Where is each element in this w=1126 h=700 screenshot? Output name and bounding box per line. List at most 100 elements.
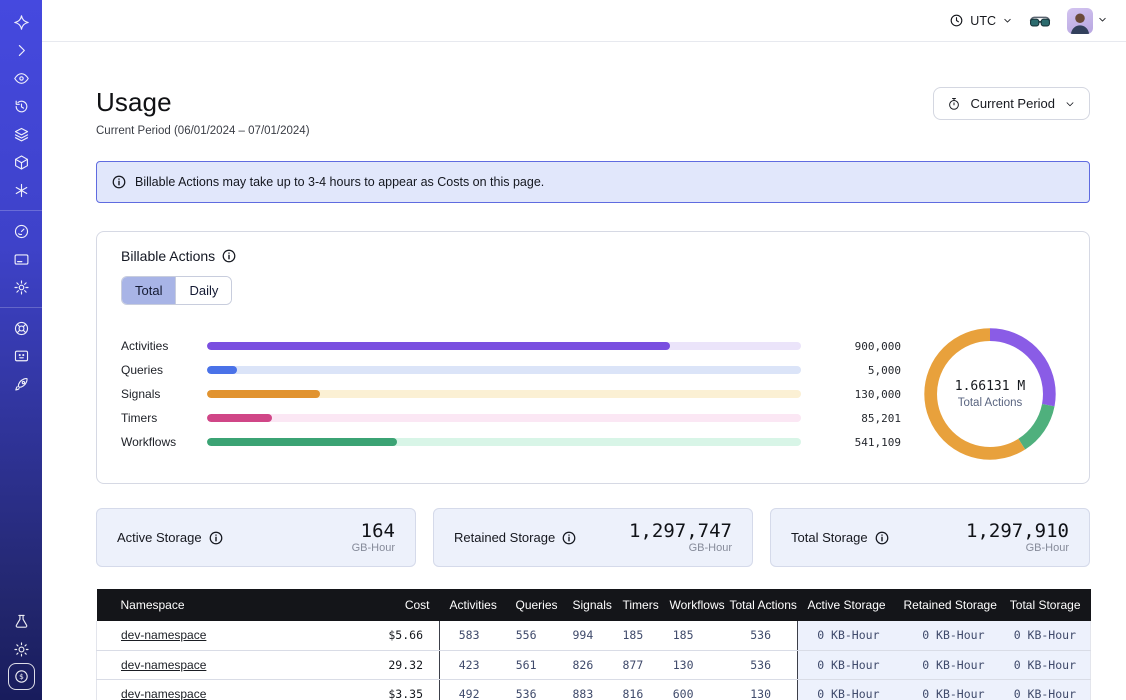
bar-track [207,390,801,398]
timers-cell: 816 [613,679,660,700]
column-header-cost: Cost [352,589,440,621]
column-header-activities: Activities [440,589,506,621]
column-header-timers: Timers [613,589,660,621]
timers-cell: 877 [613,650,660,679]
billable-actions-chart: Activities 900,000 Queries 5,000 Signals130,… [121,323,1065,465]
total-storage-card: Total Storage 1,297,910 GB-Hour [770,508,1090,567]
queries-cell: 561 [506,650,563,679]
main-content: Usage Current Period (06/01/2024 – 07/01… [42,43,1126,700]
bar-track [207,366,801,374]
clock-icon [949,13,964,28]
gear-icon[interactable] [7,273,35,301]
asterisk-icon[interactable] [7,176,35,204]
total-storage-cell: 0 KB-Hour [999,679,1091,700]
bar-label: Workflows [121,435,193,449]
user-menu[interactable] [1067,8,1108,34]
workflows-cell: 185 [660,621,720,650]
info-icon[interactable] [562,531,576,545]
retained-storage-card: Retained Storage 1,297,747 GB-Hour [433,508,753,567]
total-actions-cell: 536 [720,621,798,650]
sidebar-divider [0,210,42,211]
retained-storage-cell: 0 KB-Hour [894,621,999,650]
bar-label: Activities [121,339,193,353]
namespace-link[interactable]: dev-namespace [121,628,206,642]
storage-unit: GB-Hour [352,542,395,554]
signals-cell: 994 [563,621,613,650]
bar-value: 5,000 [815,364,901,377]
total-actions-cell: 130 [720,679,798,700]
table-body: dev-namespace$5.665835569941851855360 KB… [97,621,1091,700]
tab-daily[interactable]: Daily [175,277,231,304]
timezone-selector[interactable]: UTC [949,13,1013,28]
active-storage-cell: 0 KB-Hour [798,679,894,700]
sun-icon[interactable] [7,635,35,663]
bar-fill [207,366,237,374]
monitor-icon[interactable] [7,342,35,370]
timers-cell: 185 [613,621,660,650]
bar-chart: Activities 900,000 Queries 5,000 Signals130,… [121,334,901,454]
lifebuoy-icon[interactable] [7,314,35,342]
bar-value: 541,109 [815,436,901,449]
eye-icon[interactable] [7,64,35,92]
bar-row-activities: Activities 900,000 [121,334,901,358]
tab-total[interactable]: Total [122,277,175,304]
period-selector-button[interactable]: Current Period [933,87,1090,120]
chevron-right-icon[interactable] [7,36,35,64]
info-icon[interactable] [875,531,889,545]
column-header-queries: Queries [506,589,563,621]
total-actions-label: Total Actions [955,397,1025,409]
storage-value: 1,297,910 [966,521,1069,542]
page-title: Usage [96,87,310,118]
column-header-signals: Signals [563,589,613,621]
storage-value: 1,297,747 [629,521,732,542]
donut-center: 1.66131 M Total Actions [955,379,1025,409]
queries-cell: 556 [506,621,563,650]
billable-actions-label: Billable Actions [121,248,215,264]
history-icon[interactable] [7,92,35,120]
cost-cell: $5.66 [352,621,440,650]
namespace-link[interactable]: dev-namespace [121,687,206,700]
bar-fill [207,414,272,422]
billable-actions-title: Billable Actions [121,248,1065,264]
bar-fill [207,342,670,350]
bar-row-signals: Signals130,000 [121,382,901,406]
stopwatch-icon [947,97,961,111]
storage-unit: GB-Hour [966,542,1069,554]
info-icon[interactable] [209,531,223,545]
svg-text:$: $ [19,672,24,681]
layers-icon[interactable] [7,120,35,148]
logo-icon[interactable] [7,8,35,36]
dollar-icon[interactable]: $ [8,663,35,690]
storage-card-label: Total Storage [791,530,889,545]
active-storage-cell: 0 KB-Hour [798,621,894,650]
goggles-icon[interactable] [1029,12,1051,30]
bar-track [207,342,801,350]
period-selector-label: Current Period [970,96,1055,111]
gauge-icon[interactable] [7,217,35,245]
billable-actions-card: Billable Actions Total Daily Activities 9… [96,231,1090,484]
storage-card-label: Retained Storage [454,530,576,545]
activities-cell: 492 [440,679,506,700]
sidebar: $ [0,0,42,700]
credit-card-icon[interactable] [7,245,35,273]
table-header-row: NamespaceCostActivitiesQueriesSignalsTim… [97,589,1091,621]
info-icon[interactable] [222,249,236,263]
bar-value: 900,000 [815,340,901,353]
bar-label: Queries [121,363,193,377]
view-toggle: Total Daily [121,276,232,305]
info-icon [112,175,126,189]
column-header-total-storage: Total Storage [999,589,1091,621]
rocket-icon[interactable] [7,370,35,398]
signals-cell: 826 [563,650,613,679]
queries-cell: 536 [506,679,563,700]
chevron-down-icon [1064,98,1076,110]
flask-icon[interactable] [7,607,35,635]
active-storage-cell: 0 KB-Hour [798,650,894,679]
cube-icon[interactable] [7,148,35,176]
table-row: dev-namespace$3.354925368838166001300 KB… [97,679,1091,700]
namespace-link[interactable]: dev-namespace [121,658,206,672]
activities-cell: 423 [440,650,506,679]
total-storage-cell: 0 KB-Hour [999,650,1091,679]
total-storage-cell: 0 KB-Hour [999,621,1091,650]
activities-cell: 583 [440,621,506,650]
